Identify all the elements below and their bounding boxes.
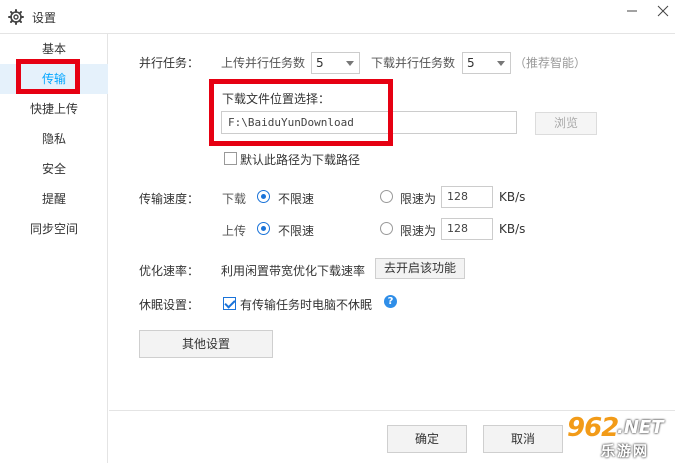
sidebar-item-reminder[interactable]: 提醒 — [0, 184, 108, 214]
download-limit-radio[interactable] — [380, 190, 393, 203]
parallel-section-label: 并行任务： — [139, 56, 200, 70]
no-sleep-checkbox[interactable] — [223, 297, 236, 310]
optimize-section-label: 优化速率： — [139, 264, 200, 278]
optimize-text: 利用闲置带宽优化下载速率 — [221, 264, 366, 278]
upload-limit-label: 限速为 — [400, 224, 437, 238]
other-settings-button[interactable]: 其他设置 — [139, 330, 273, 358]
download-unlimited-label: 不限速 — [278, 192, 315, 206]
download-parallel-select[interactable]: 5 — [462, 52, 511, 74]
download-parallel-value: 5 — [467, 56, 475, 70]
watermark-text: 乐游网 — [601, 444, 649, 460]
ok-button[interactable]: 确定 — [387, 425, 467, 453]
download-parallel-label: 下载并行任务数 — [371, 56, 456, 70]
sidebar-item-transfer[interactable]: 传输 — [0, 64, 108, 94]
upload-parallel-label: 上传并行任务数 — [221, 56, 306, 70]
upload-limit-input[interactable]: 128 — [441, 218, 493, 240]
upload-limit-radio[interactable] — [380, 222, 393, 235]
upload-unlimited-label: 不限速 — [278, 224, 315, 238]
upload-parallel-select[interactable]: 5 — [311, 52, 360, 74]
enable-optimize-button[interactable]: 去开启该功能 — [375, 258, 465, 279]
parallel-hint: （推荐智能） — [514, 56, 587, 70]
chevron-down-icon — [346, 61, 354, 66]
watermark-number: 962 — [567, 413, 619, 443]
download-limit-unit: KB/s — [499, 190, 526, 204]
minimize-icon[interactable] — [617, 0, 647, 22]
download-limit-input[interactable]: 128 — [441, 186, 493, 208]
upload-limit-unit: KB/s — [499, 222, 526, 236]
footer-divider — [109, 410, 675, 411]
sidebar: 基本 传输 快捷上传 隐私 安全 提醒 同步空间 — [0, 34, 108, 463]
browse-button[interactable]: 浏览 — [535, 112, 597, 135]
close-icon[interactable] — [648, 0, 675, 22]
default-path-checkbox[interactable] — [224, 152, 237, 165]
download-location-label: 下载文件位置选择： — [222, 92, 331, 106]
no-sleep-label: 有传输任务时电脑不休眠 — [240, 298, 373, 312]
title-bar: 设置 — [0, 0, 675, 33]
download-unlimited-radio[interactable] — [257, 190, 270, 203]
sidebar-item-basic[interactable]: 基本 — [0, 34, 108, 64]
upload-speed-label: 上传 — [222, 224, 247, 238]
sidebar-item-security[interactable]: 安全 — [0, 154, 108, 184]
download-path-input[interactable]: F:\BaiduYunDownload — [221, 111, 517, 134]
question-icon[interactable]: ? — [384, 295, 397, 308]
sidebar-item-sync-space[interactable]: 同步空间 — [0, 214, 108, 244]
watermark-domain: .NET — [617, 417, 664, 438]
sidebar-item-privacy[interactable]: 隐私 — [0, 124, 108, 154]
site-watermark-logo: 962 .NET 乐游网 — [535, 413, 675, 463]
sleep-section-label: 休眠设置： — [139, 298, 200, 312]
sidebar-item-quick-upload[interactable]: 快捷上传 — [0, 94, 108, 124]
download-limit-label: 限速为 — [400, 192, 437, 206]
speed-section-label: 传输速度： — [139, 192, 200, 206]
upload-unlimited-radio[interactable] — [257, 222, 270, 235]
chevron-down-icon — [497, 61, 505, 66]
window-title: 设置 — [32, 11, 57, 25]
download-speed-label: 下载 — [222, 192, 247, 206]
gear-icon — [8, 9, 24, 25]
upload-parallel-value: 5 — [316, 56, 324, 70]
default-path-label: 默认此路径为下载路径 — [240, 153, 361, 167]
